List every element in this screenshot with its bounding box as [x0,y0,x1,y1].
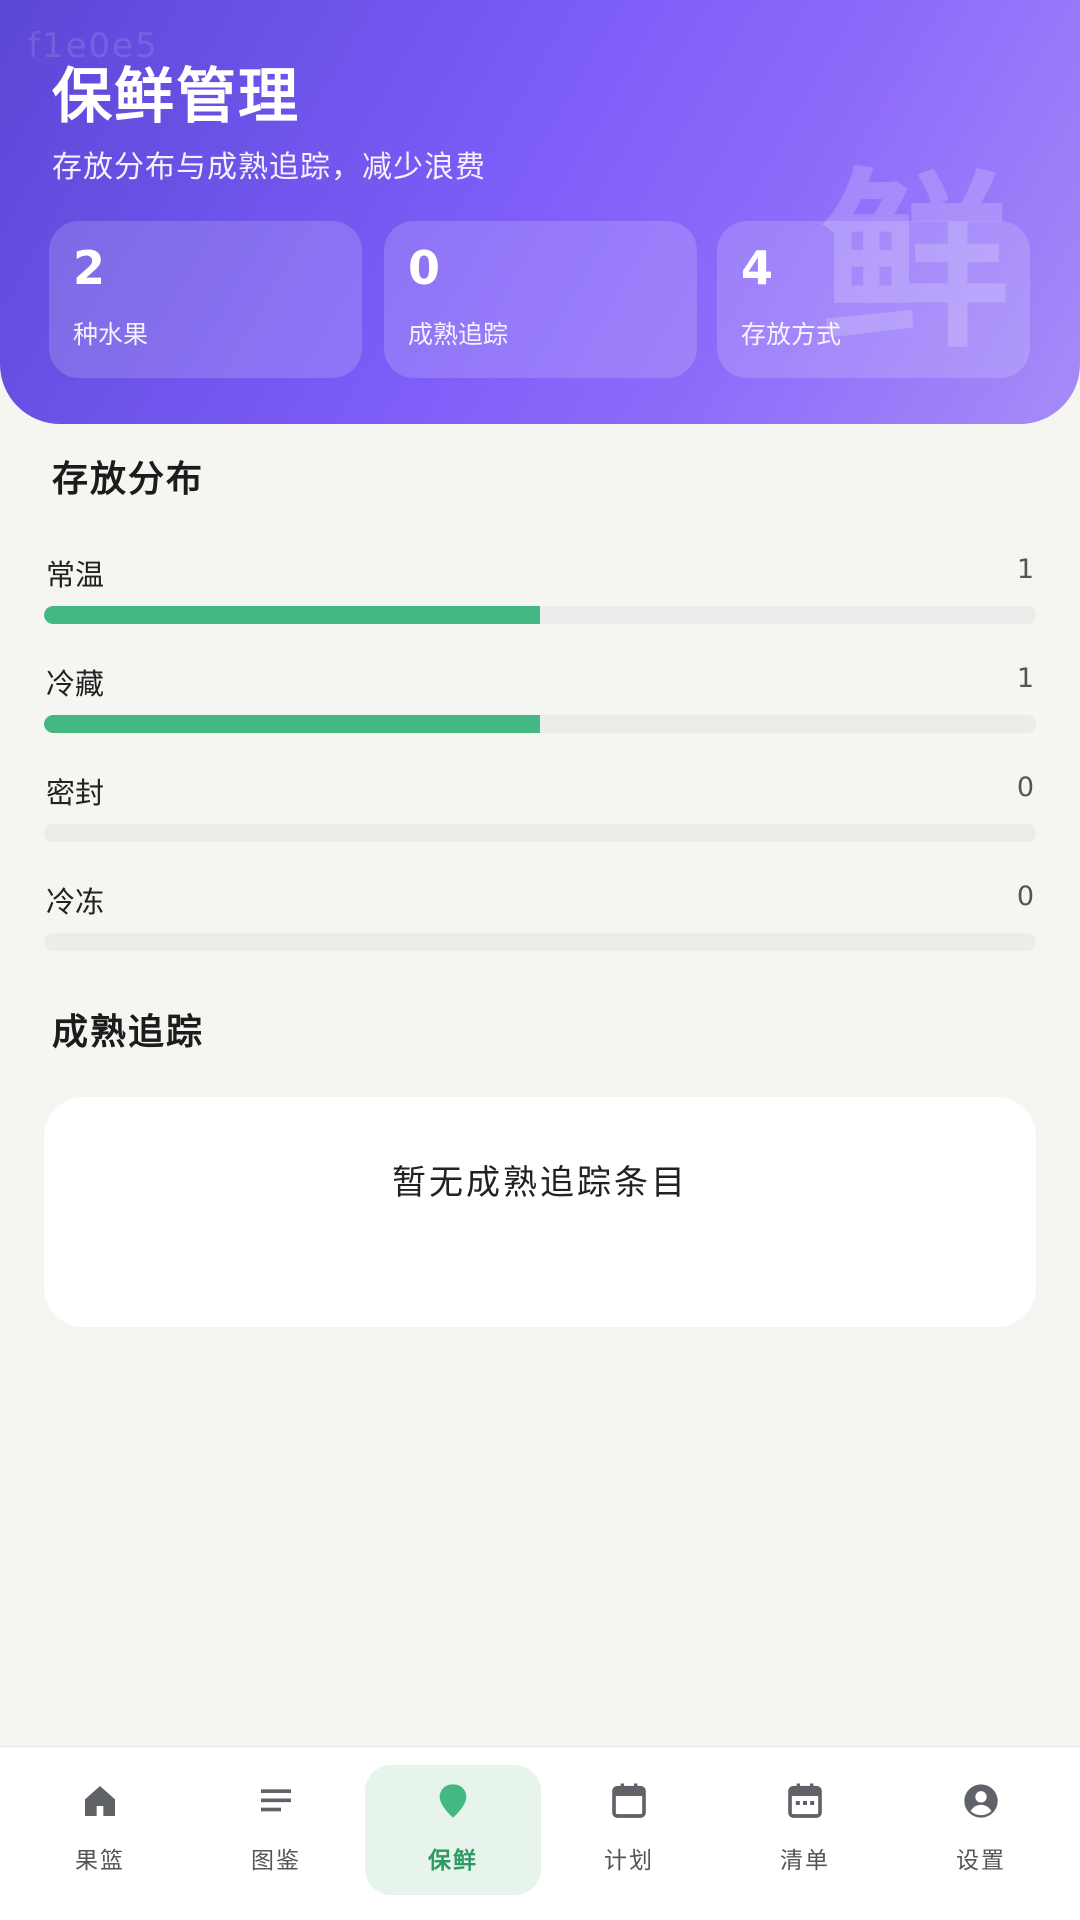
storage-label: 冷冻 [46,885,105,919]
nav-item-settings[interactable]: 设置 [893,1765,1069,1895]
ripeness-empty-card: 暂无成熟追踪条目 [44,1097,1036,1327]
storage-section-title: 存放分布 [52,459,205,500]
stat-label: 存放方式 [741,320,842,349]
page-title: 保鲜管理 [52,62,300,132]
storage-label: 密封 [46,776,105,810]
nav-item-plan[interactable]: 计划 [541,1765,717,1895]
bottom-nav: 果篮 图鉴 保鲜 计划 清单 设置 [0,1746,1080,1920]
account-icon [964,1784,998,1818]
nav-label: 设置 [956,1848,1006,1874]
stat-card-storage-methods: 4 存放方式 [717,221,1030,378]
stat-card-fruit-count: 2 种水果 [49,221,362,378]
stat-label: 成熟追踪 [408,320,509,349]
storage-bar-track [44,715,1036,733]
list-icon [261,1789,291,1812]
storage-count: 1 [1016,554,1034,585]
storage-count: 0 [1016,772,1034,803]
storage-bar-track [44,824,1036,842]
storage-count: 0 [1016,881,1034,912]
storage-bar-fill [44,606,540,624]
nav-label: 图鉴 [251,1848,301,1874]
stat-value: 0 [408,241,441,295]
nav-item-checklist[interactable]: 清单 [717,1765,893,1895]
stat-card-ripeness-count: 0 成熟追踪 [384,221,697,378]
header-banner: f1e0e5 鲜 保鲜管理 存放分布与成熟追踪，减少浪费 2 种水果 0 成熟追… [0,0,1080,424]
nav-item-guide[interactable]: 图鉴 [188,1765,364,1895]
nav-label: 果篮 [75,1848,125,1874]
stat-value: 4 [741,241,774,295]
nav-item-freshness[interactable]: 保鲜 [365,1765,541,1895]
empty-state-text: 暂无成熟追踪条目 [392,1163,688,1203]
storage-count: 1 [1016,663,1034,694]
calendar-icon [612,1783,646,1818]
page-subtitle: 存放分布与成熟追踪，减少浪费 [52,150,486,185]
ripeness-section-title: 成熟追踪 [52,1012,205,1053]
storage-bar-track [44,933,1036,951]
leaf-icon [439,1784,467,1818]
nav-label: 清单 [780,1848,830,1874]
stat-value: 2 [73,241,106,295]
storage-bar-track [44,606,1036,624]
nav-item-basket[interactable]: 果篮 [12,1765,188,1895]
nav-label: 计划 [604,1848,654,1874]
nav-label: 保鲜 [428,1848,478,1874]
calendar-grid-icon [788,1783,822,1818]
storage-bar-fill [44,715,540,733]
stat-label: 种水果 [73,320,149,349]
storage-label: 冷藏 [46,667,105,701]
storage-label: 常温 [46,558,105,592]
home-icon [85,1786,115,1816]
